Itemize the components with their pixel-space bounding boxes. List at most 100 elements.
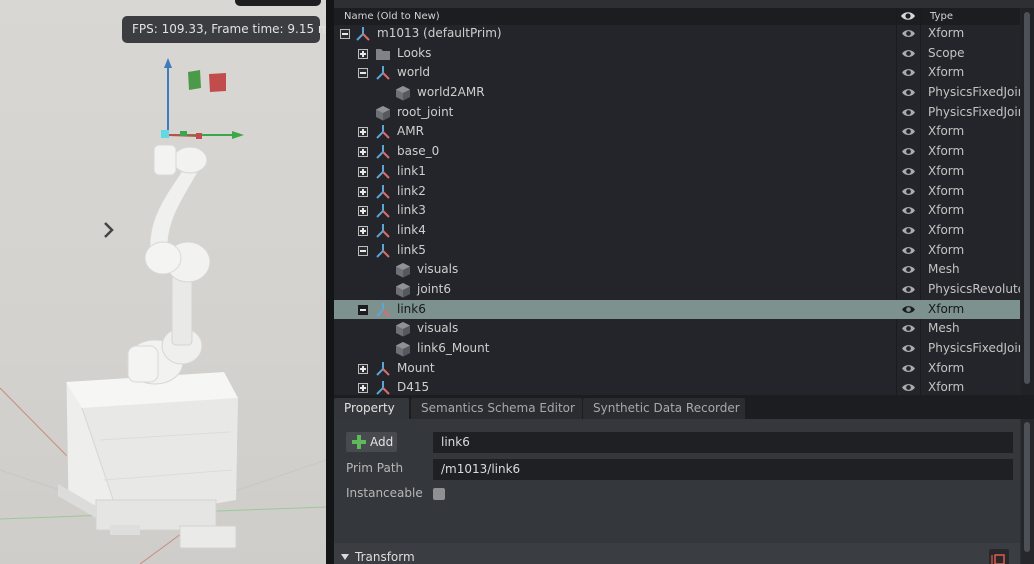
tree-row-visuals[interactable]: visuals Mesh	[334, 260, 1020, 280]
expand-icon[interactable]	[358, 206, 368, 217]
eye-icon[interactable]	[901, 284, 916, 295]
tree-row-label: base_0	[397, 144, 440, 159]
tree-row-visuals[interactable]: visuals Mesh	[334, 319, 1020, 339]
stage-scrollbar[interactable]	[1021, 8, 1034, 395]
tab-semantics-schema-editor[interactable]: Semantics Schema Editor	[411, 398, 582, 419]
tree-row-mount[interactable]: Mount Xform	[334, 359, 1020, 379]
expand-icon[interactable]	[358, 127, 368, 138]
collapse-icon[interactable]	[340, 29, 350, 39]
tree-row-link1[interactable]: link1 Xform	[334, 162, 1020, 182]
eye-icon[interactable]	[901, 382, 916, 393]
expand-icon[interactable]	[358, 147, 368, 158]
property-panel: Property Semantics Schema Editor Synthet…	[334, 395, 1034, 564]
transform-section-header[interactable]: Transform	[334, 543, 1020, 564]
tree-row-m1013-defaultprim[interactable]: m1013 (defaultPrim) Xform	[334, 24, 1020, 44]
prim-path-label: Prim Path	[346, 461, 404, 475]
tab-synthetic-data-recorder[interactable]: Synthetic Data Recorder	[583, 398, 745, 419]
eye-icon[interactable]	[901, 205, 916, 216]
tree-row-link2[interactable]: link2 Xform	[334, 182, 1020, 202]
add-button[interactable]: Add	[346, 432, 397, 452]
tree-row-type: PhysicsFixedJoir	[928, 341, 1020, 355]
viewport-toolbar-pill[interactable]	[235, 0, 321, 6]
expand-icon[interactable]	[358, 383, 368, 394]
stage-topbar	[334, 0, 1034, 8]
tree-row-label: visuals	[417, 321, 459, 336]
prim-path-field[interactable]: /m1013/link6	[433, 459, 1013, 480]
tree-row-link6[interactable]: link6 Xform	[334, 299, 1020, 320]
tree-row-type: Xform	[928, 242, 965, 257]
property-scrollbar-thumb[interactable]	[1024, 422, 1030, 552]
tree-row-looks[interactable]: Looks Scope	[334, 44, 1020, 64]
tree-row-d415[interactable]: D415 Xform	[334, 378, 1020, 395]
xform-icon	[375, 65, 391, 81]
tab-property[interactable]: Property	[334, 398, 409, 419]
cube-icon	[395, 321, 411, 337]
tree-row-type: PhysicsFixedJoir	[928, 104, 1020, 119]
viewport[interactable]: FPS: 109.33, Frame time: 9.15 ms	[0, 0, 326, 564]
collapse-icon[interactable]	[358, 68, 368, 79]
tree-row-label: m1013 (defaultPrim)	[377, 26, 502, 40]
eye-icon[interactable]	[901, 87, 916, 98]
xform-icon	[375, 124, 391, 140]
xform-icon	[375, 223, 391, 239]
eye-icon[interactable]	[901, 264, 916, 275]
stage-panel: Name (Old to New) Type m1013 (defaultPri…	[334, 0, 1034, 395]
tree-row-link3[interactable]: link3 Xform	[334, 201, 1020, 221]
eye-icon[interactable]	[901, 126, 916, 137]
expand-icon[interactable]	[358, 166, 368, 177]
eye-icon[interactable]	[901, 146, 916, 157]
eye-icon[interactable]	[901, 245, 916, 256]
tree-row-joint6[interactable]: joint6 PhysicsRevolute	[334, 280, 1020, 300]
instanceable-checkbox[interactable]	[433, 488, 445, 500]
expand-icon[interactable]	[358, 363, 368, 374]
xform-icon	[375, 144, 391, 160]
eye-icon[interactable]	[901, 28, 916, 39]
tree-row-label: link5	[397, 242, 426, 257]
expand-icon[interactable]	[358, 186, 368, 197]
collapse-icon[interactable]	[358, 245, 368, 256]
eye-icon[interactable]	[901, 225, 916, 236]
tree-row-label: D415	[397, 380, 430, 395]
tree-row-world2amr[interactable]: world2AMR PhysicsFixedJoir	[334, 83, 1020, 103]
tree-row-type: Mesh	[928, 262, 960, 277]
property-tab-bar: Property Semantics Schema Editor Synthet…	[334, 395, 1034, 419]
transform-settings-icon[interactable]	[989, 549, 1009, 564]
fps-readout: FPS: 109.33, Frame time: 9.15 ms	[122, 16, 326, 43]
prim-name-field[interactable]: link6	[433, 432, 1013, 453]
stage-scrollbar-thumb[interactable]	[1024, 12, 1030, 384]
eye-icon[interactable]	[901, 343, 916, 354]
transform-label: Transform	[355, 550, 415, 564]
tree-row-link4[interactable]: link4 Xform	[334, 221, 1020, 241]
tree-row-amr[interactable]: AMR Xform	[334, 122, 1020, 142]
eye-icon[interactable]	[901, 363, 916, 374]
eye-icon[interactable]	[901, 67, 916, 78]
column-header-name[interactable]: Name (Old to New)	[344, 8, 440, 25]
eye-icon[interactable]	[901, 107, 916, 118]
collapse-icon[interactable]	[358, 304, 368, 315]
tree-row-base-0[interactable]: base_0 Xform	[334, 142, 1020, 162]
tree-row-type: Xform	[928, 183, 965, 198]
expand-icon[interactable]	[358, 48, 368, 59]
xform-icon	[375, 380, 391, 395]
panel-divider[interactable]	[326, 0, 334, 564]
tree-row-root-joint[interactable]: root_joint PhysicsFixedJoir	[334, 103, 1020, 123]
triangle-down-icon[interactable]	[341, 554, 349, 560]
tree-row-world[interactable]: world Xform	[334, 63, 1020, 83]
eye-icon[interactable]	[901, 304, 916, 315]
property-scrollbar[interactable]	[1021, 419, 1034, 564]
tree-row-label: Mount	[397, 360, 435, 375]
chevron-right-icon[interactable]	[100, 220, 116, 240]
eye-icon[interactable]	[900, 10, 916, 22]
column-header-type[interactable]: Type	[930, 8, 953, 25]
eye-icon[interactable]	[901, 48, 916, 59]
robot-scene[interactable]	[0, 0, 326, 564]
eye-icon[interactable]	[901, 166, 916, 177]
tree-row-link5[interactable]: link5 Xform	[334, 241, 1020, 261]
expand-icon[interactable]	[358, 225, 368, 236]
tree-row-type: Xform	[928, 65, 965, 80]
eye-icon[interactable]	[901, 186, 916, 197]
eye-icon[interactable]	[901, 323, 916, 334]
cube-icon	[375, 105, 391, 121]
tree-row-label: link3	[397, 203, 426, 218]
tree-row-link6-mount[interactable]: link6_Mount PhysicsFixedJoir	[334, 339, 1020, 359]
